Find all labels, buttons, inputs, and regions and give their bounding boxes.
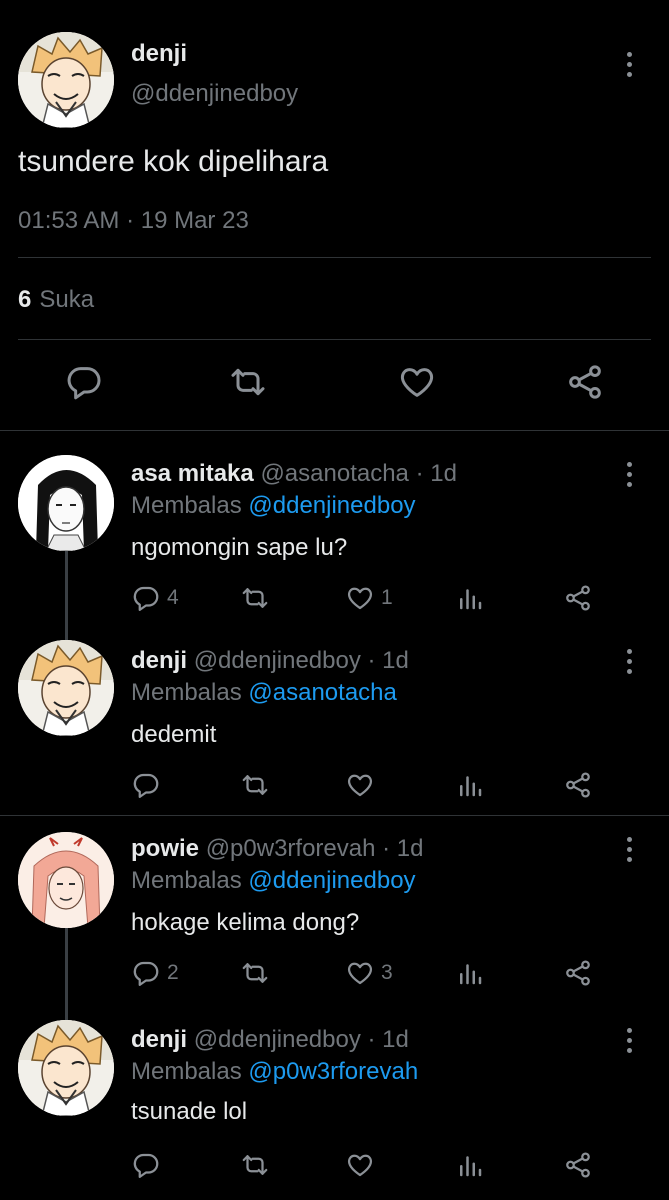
replying-prefix: Membalas xyxy=(131,1058,242,1085)
likes-summary[interactable]: 6 Suka xyxy=(18,286,94,314)
like-action[interactable] xyxy=(345,1150,381,1180)
reply-age: · 1d xyxy=(415,460,457,487)
reply-handle[interactable]: @ddenjinedboy xyxy=(194,647,361,674)
share-icon[interactable] xyxy=(563,583,593,613)
like-count: 3 xyxy=(381,961,393,984)
stats-icon[interactable] xyxy=(455,1150,485,1180)
section-divider xyxy=(0,815,669,816)
more-options-icon[interactable] xyxy=(624,1028,634,1053)
more-options-icon[interactable] xyxy=(624,462,634,487)
reply-age: · 1d xyxy=(367,1026,409,1053)
retweet-action[interactable] xyxy=(240,1150,276,1180)
divider xyxy=(18,339,651,340)
stats-icon[interactable] xyxy=(455,583,485,613)
more-options-icon[interactable] xyxy=(624,837,634,862)
reply-handle[interactable]: @ddenjinedboy xyxy=(194,1026,361,1053)
stats-icon[interactable] xyxy=(455,770,485,800)
divider xyxy=(18,257,651,258)
reply-action[interactable] xyxy=(131,1150,167,1180)
author-avatar[interactable] xyxy=(18,32,114,128)
reply-text: dedemit xyxy=(131,721,217,748)
reply-age: · 1d xyxy=(367,647,409,674)
replying-to-link[interactable]: @ddenjinedboy xyxy=(248,867,415,894)
reply-header: denji @ddenjinedboy · 1d xyxy=(131,647,409,675)
reply-count: 4 xyxy=(167,586,179,609)
reply-action[interactable] xyxy=(131,770,167,800)
more-options-icon[interactable] xyxy=(624,649,634,674)
reply-header: powie @p0w3rforevah · 1d xyxy=(131,835,424,863)
reply-avatar[interactable] xyxy=(18,832,114,928)
reply-count: 2 xyxy=(167,961,179,984)
tweet-text: tsundere kok dipelihara xyxy=(18,145,329,178)
like-action[interactable]: 1 xyxy=(345,583,393,613)
reply-action[interactable]: 4 xyxy=(131,583,179,613)
reply-name[interactable]: asa mitaka xyxy=(131,460,254,487)
share-icon[interactable] xyxy=(565,362,605,402)
reply-text: hokage kelima dong? xyxy=(131,909,360,936)
replying-to-link[interactable]: @ddenjinedboy xyxy=(248,492,415,519)
author-name[interactable]: denji xyxy=(131,40,187,68)
share-icon[interactable] xyxy=(563,1150,593,1180)
likes-count: 6 xyxy=(18,286,32,313)
reply-avatar[interactable] xyxy=(18,455,114,551)
retweet-icon[interactable] xyxy=(228,362,268,402)
likes-label: Suka xyxy=(39,286,95,313)
replying-to: Membalas @asanotacha xyxy=(131,679,397,707)
reply-header: asa mitaka @asanotacha · 1d xyxy=(131,460,457,488)
more-options-icon[interactable] xyxy=(624,52,634,77)
reply-name[interactable]: denji xyxy=(131,1026,187,1053)
thread-connector xyxy=(65,928,68,1020)
reply-avatar[interactable] xyxy=(18,640,114,736)
like-action[interactable] xyxy=(345,770,381,800)
reply-text: ngomongin sape lu? xyxy=(131,534,348,561)
like-action[interactable]: 3 xyxy=(345,958,393,988)
reply-handle[interactable]: @asanotacha xyxy=(260,460,408,487)
retweet-action[interactable] xyxy=(240,958,276,988)
like-icon[interactable] xyxy=(397,362,437,402)
replying-prefix: Membalas xyxy=(131,679,242,706)
reply-name[interactable]: powie xyxy=(131,835,199,862)
replying-to: Membalas @p0w3rforevah xyxy=(131,1058,418,1086)
reply-text: tsunade lol xyxy=(131,1098,248,1125)
replying-prefix: Membalas xyxy=(131,492,242,519)
replying-to: Membalas @ddenjinedboy xyxy=(131,492,416,520)
like-count: 1 xyxy=(381,586,393,609)
retweet-action[interactable] xyxy=(240,770,276,800)
tweet-timestamp: 01:53 AM · 19 Mar 23 xyxy=(18,207,249,234)
reply-avatar[interactable] xyxy=(18,1020,114,1116)
thread-connector xyxy=(65,550,68,640)
stats-icon[interactable] xyxy=(455,958,485,988)
author-handle[interactable]: @ddenjinedboy xyxy=(131,80,298,108)
reply-header: denji @ddenjinedboy · 1d xyxy=(131,1026,409,1054)
replying-to-link[interactable]: @p0w3rforevah xyxy=(248,1058,418,1085)
reply-name[interactable]: denji xyxy=(131,647,187,674)
reply-action[interactable]: 2 xyxy=(131,958,179,988)
replying-to-link[interactable]: @asanotacha xyxy=(248,679,396,706)
replying-prefix: Membalas xyxy=(131,867,242,894)
reply-icon[interactable] xyxy=(64,362,104,402)
share-icon[interactable] xyxy=(563,958,593,988)
reply-age: · 1d xyxy=(382,835,424,862)
share-icon[interactable] xyxy=(563,770,593,800)
replying-to: Membalas @ddenjinedboy xyxy=(131,867,416,895)
retweet-action[interactable] xyxy=(240,583,276,613)
section-divider xyxy=(0,430,669,431)
reply-handle[interactable]: @p0w3rforevah xyxy=(206,835,376,862)
